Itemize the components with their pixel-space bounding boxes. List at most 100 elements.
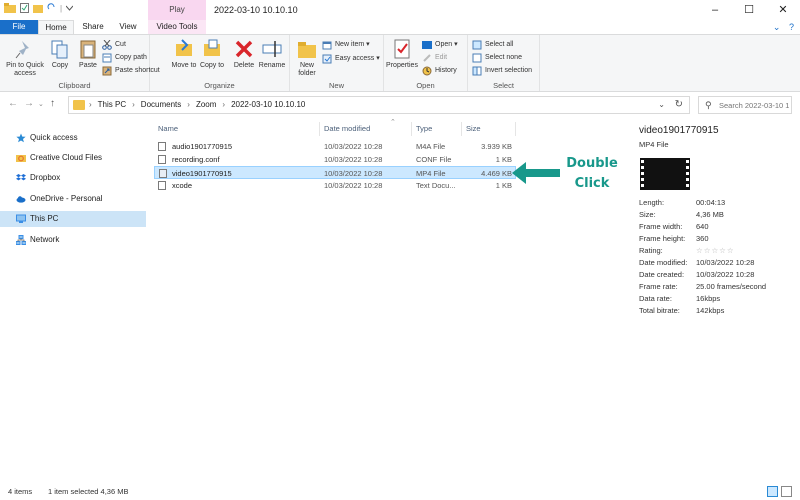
column-header-name[interactable]: Name [154,122,320,136]
open-icon [422,41,432,49]
file-size: 1 KB [495,181,512,190]
move-to-label: Move to [171,62,197,69]
properties-button[interactable]: Properties [384,38,420,70]
file-size: 1 KB [495,155,512,164]
contextual-tab-play[interactable]: Play [148,0,206,20]
up-arrow-icon[interactable]: ↑ [50,98,55,109]
rename-button[interactable]: Rename [256,38,288,70]
delete-label: Delete [233,62,255,69]
chevron-down-icon[interactable] [66,5,74,11]
sidebar-item-label: Creative Cloud Files [30,153,103,162]
details-frame-width: Frame width: 640 [639,222,709,231]
breadcrumb-this-pc[interactable]: This PC [98,97,126,113]
search-box[interactable]: ⚲ [698,96,792,114]
details-date-modified: Date modified: 10/03/2022 10:28 [639,258,755,267]
tab-view[interactable]: View [110,20,146,34]
large-icons-view-icon[interactable] [781,486,792,497]
easy-access-icon [322,54,332,64]
move-to-button[interactable]: Move to [170,38,198,70]
table-row-selected[interactable]: video1901770915 10/03/2022 10:28 MP4 Fil… [154,166,516,179]
sidebar-item-this-pc[interactable]: This PC [0,211,146,227]
tab-share[interactable]: Share [76,20,110,34]
select-all-button[interactable]: Select all [472,39,513,51]
sidebar-item-quick-access[interactable]: Quick access [0,130,146,146]
select-group: Select all Select none Invert selection … [468,35,540,91]
breadcrumb-separator: › [132,100,135,109]
new-folder-icon[interactable] [33,3,43,13]
copy-path-button[interactable]: Copy path [102,52,147,64]
sidebar-item-label: Network [30,235,60,244]
details-data-rate: Data rate: 16kbps [639,294,721,303]
address-bar[interactable]: › This PC › Documents › Zoom › 2022-03-1… [68,96,690,114]
status-bar: 4 items 1 item selected 4,36 MB [0,484,800,500]
dropbox-icon [16,174,26,181]
search-input[interactable] [719,99,789,111]
rating-stars[interactable]: ☆☆☆☆☆ [696,246,735,255]
chevron-down-icon[interactable]: ⌄ [773,22,781,32]
maximize-button[interactable]: ☐ [732,0,766,20]
quick-access-toolbar: | [4,3,74,13]
properties-icon[interactable] [20,3,29,13]
table-row[interactable]: recording.conf 10/03/2022 10:28 CONF Fil… [154,153,516,166]
new-folder-label: New folder [298,62,316,77]
select-none-button[interactable]: Select none [472,52,522,64]
text-file-icon [158,181,166,190]
tab-video-tools[interactable]: Video Tools [148,20,206,34]
column-header-size[interactable]: Size [462,122,516,136]
details-frame-height: Frame height: 360 [639,234,709,243]
delete-button[interactable]: Delete [230,38,258,70]
new-folder-button[interactable]: New folder [292,38,322,78]
conf-file-icon [158,155,166,164]
column-header-date[interactable]: Date modified [320,122,412,136]
history-button[interactable]: History [422,65,457,77]
edit-icon [423,54,431,62]
cut-label: Cut [115,41,126,48]
network-icon [16,235,26,245]
invert-selection-icon [472,66,482,76]
address-dropdown-icon[interactable]: ⌄ [658,97,665,113]
copy-to-button[interactable]: Copy to [198,38,226,70]
select-none-label: Select none [485,54,522,61]
breadcrumb-documents[interactable]: Documents [141,97,181,113]
sidebar-item-dropbox[interactable]: Dropbox [0,170,146,186]
open-button[interactable]: Open ▾ [422,39,458,51]
sidebar-item-onedrive[interactable]: OneDrive - Personal [0,191,146,207]
invert-selection-button[interactable]: Invert selection [472,65,532,77]
tab-home[interactable]: Home [38,20,74,34]
breadcrumb-current-folder[interactable]: 2022-03-10 10.10.10 [231,97,305,113]
sidebar-item-network[interactable]: Network [0,232,146,248]
invert-selection-label: Invert selection [485,67,533,74]
details-type: MP4 File [639,140,669,149]
forward-arrow-icon[interactable]: → [24,98,34,109]
refresh-icon[interactable]: ↻ [675,97,683,113]
cut-button[interactable]: Cut [102,39,126,51]
back-arrow-icon[interactable]: ← [8,98,18,109]
open-group: Properties Open ▾ Edit History Open [384,35,468,91]
table-row[interactable]: xcode 10/03/2022 10:28 Text Docu... 1 KB [154,179,516,192]
select-all-icon [472,40,482,50]
minimize-button[interactable]: – [698,0,732,20]
new-group: New folder New item ▾ Easy access ▾ New [290,35,384,91]
pin-quick-access-button[interactable]: Pin to Quick access [4,38,46,78]
sidebar-item-creative-cloud[interactable]: Creative Cloud Files [0,150,146,166]
table-row[interactable]: audio1901770915 10/03/2022 10:28 M4A Fil… [154,140,516,153]
close-button[interactable]: ✕ [766,0,800,20]
help-icon[interactable]: ? [789,22,794,32]
status-selection: 1 item selected 4,36 MB [48,487,129,496]
new-group-label: New [328,81,344,90]
ribbon-tabs: File Home Share View Video Tools ⌄ ? [0,20,800,34]
select-group-label: Select [493,81,514,90]
column-header-type[interactable]: Type [412,122,462,136]
breadcrumb-zoom[interactable]: Zoom [196,97,216,113]
properties-label: Properties [386,62,418,69]
new-item-button[interactable]: New item ▾ [322,39,370,51]
easy-access-button[interactable]: Easy access ▾ [322,53,380,65]
tab-file[interactable]: File [0,20,38,34]
paste-button[interactable]: Paste [74,38,102,70]
recent-chevron-icon[interactable]: ⌄ [38,100,44,108]
undo-icon[interactable] [47,3,56,13]
file-size: 3.939 KB [481,142,512,151]
details-view-icon[interactable] [767,486,778,497]
copy-button[interactable]: Copy [46,38,74,70]
file-name: xcode [172,181,193,190]
